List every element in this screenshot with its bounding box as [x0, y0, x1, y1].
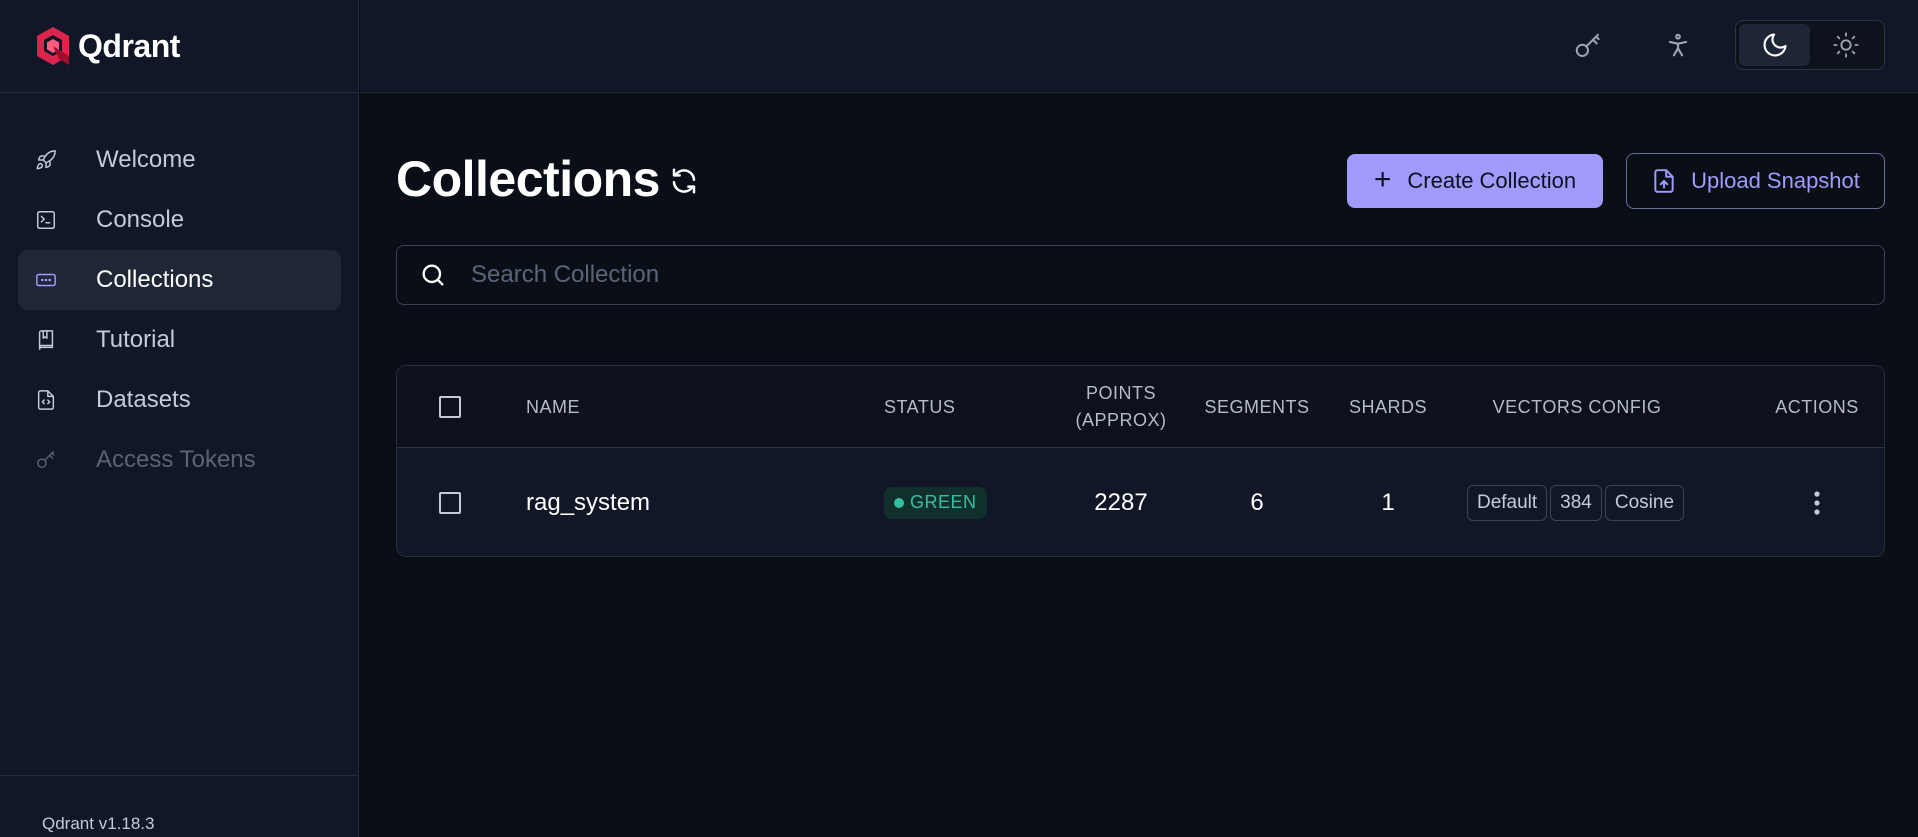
brand-name: Qdrant [78, 27, 180, 64]
vector-name-tag: Default [1466, 484, 1548, 521]
sidebar-nav: Welcome Console Collections Tutorial Dat… [18, 130, 341, 490]
dark-theme-button[interactable] [1739, 24, 1810, 66]
sidebar-item-label: Console [96, 206, 185, 233]
header-points-line1: POINTS [1085, 383, 1156, 403]
segments-value: 6 [1250, 488, 1264, 516]
sidebar-item-welcome[interactable]: Welcome [18, 130, 341, 190]
brand[interactable]: Qdrant [0, 0, 358, 93]
key-icon [35, 449, 57, 471]
create-collection-label: Create Collection [1407, 168, 1577, 193]
rocket-icon [35, 149, 57, 171]
accessibility-icon [1668, 33, 1688, 57]
collections-icon [35, 269, 57, 291]
row-checkbox[interactable] [439, 491, 461, 514]
header-actions: ACTIONS [1775, 396, 1859, 417]
sidebar: Qdrant Welcome Console Collections Tutor… [0, 0, 359, 837]
version-label: Qdrant v1.18.3 [42, 814, 155, 833]
create-collection-button[interactable]: + Create Collection [1347, 154, 1603, 208]
status-badge: GREEN [884, 486, 987, 519]
sidebar-item-collections[interactable]: Collections [18, 250, 341, 310]
header-segments: SEGMENTS [1204, 396, 1310, 417]
vectors-config-cell: Default 384 Cosine [1457, 448, 1697, 556]
search-input[interactable] [471, 261, 1771, 289]
status-dot-icon [894, 497, 904, 508]
search-icon [422, 264, 444, 286]
sidebar-item-console[interactable]: Console [18, 190, 341, 250]
api-key-button[interactable] [1568, 26, 1608, 66]
sidebar-item-tutorial[interactable]: Tutorial [18, 310, 341, 370]
header-name: NAME [526, 396, 581, 417]
upload-snapshot-button[interactable]: Upload Snapshot [1626, 153, 1885, 209]
header-checkbox-cell [425, 366, 475, 448]
book-icon [35, 329, 57, 351]
header-shards: SHARDS [1348, 396, 1427, 417]
qdrant-logo-icon [37, 27, 69, 65]
status-cell: GREEN [884, 448, 987, 556]
plus-icon: + [1373, 162, 1392, 196]
terminal-icon [35, 209, 57, 231]
theme-toggle [1735, 20, 1885, 70]
file-code-icon [35, 389, 57, 411]
sun-icon [1832, 32, 1859, 58]
sidebar-item-label: Collections [96, 266, 214, 293]
select-all-checkbox[interactable] [439, 396, 461, 418]
vector-distance-tag: Cosine [1604, 484, 1685, 521]
header-points-line2: (APPROX) [1075, 410, 1167, 430]
search-box [396, 245, 1885, 305]
page-title: Collections [396, 151, 660, 207]
key-icon [1575, 33, 1600, 57]
refresh-icon [672, 168, 696, 194]
sidebar-item-label: Tutorial [96, 326, 176, 353]
accessibility-button[interactable] [1658, 26, 1698, 66]
row-checkbox-cell [425, 448, 475, 556]
moon-icon [1763, 33, 1787, 57]
sidebar-item-datasets[interactable]: Datasets [18, 370, 341, 430]
shards-value: 1 [1381, 488, 1395, 516]
table-header: NAME STATUS POINTS (APPROX) SEGMENTS SHA… [397, 366, 1884, 448]
file-upload-icon [1654, 169, 1674, 193]
row-actions-button[interactable] [1802, 483, 1832, 523]
sidebar-item-access-tokens: Access Tokens [18, 430, 341, 490]
status-text: GREEN [910, 492, 977, 512]
refresh-button[interactable] [666, 163, 702, 199]
sidebar-footer: Qdrant v1.18.3 [0, 775, 359, 837]
more-vertical-icon [1814, 490, 1820, 515]
collections-table: NAME STATUS POINTS (APPROX) SEGMENTS SHA… [396, 365, 1885, 557]
vector-size-tag: 384 [1550, 484, 1602, 521]
upload-snapshot-label: Upload Snapshot [1691, 168, 1860, 193]
header-vectors-config: VECTORS CONFIG [1492, 396, 1662, 417]
header-status: STATUS [884, 396, 956, 417]
actions-cell [1757, 448, 1877, 556]
table-row[interactable]: rag_system GREEN 2287 6 1 Default 384 Co… [397, 448, 1884, 556]
sidebar-item-label: Datasets [96, 386, 191, 413]
sidebar-item-label: Access Tokens [96, 446, 256, 473]
light-theme-button[interactable] [1810, 24, 1881, 66]
sidebar-item-label: Welcome [96, 146, 196, 173]
collection-name[interactable]: rag_system [526, 448, 650, 556]
